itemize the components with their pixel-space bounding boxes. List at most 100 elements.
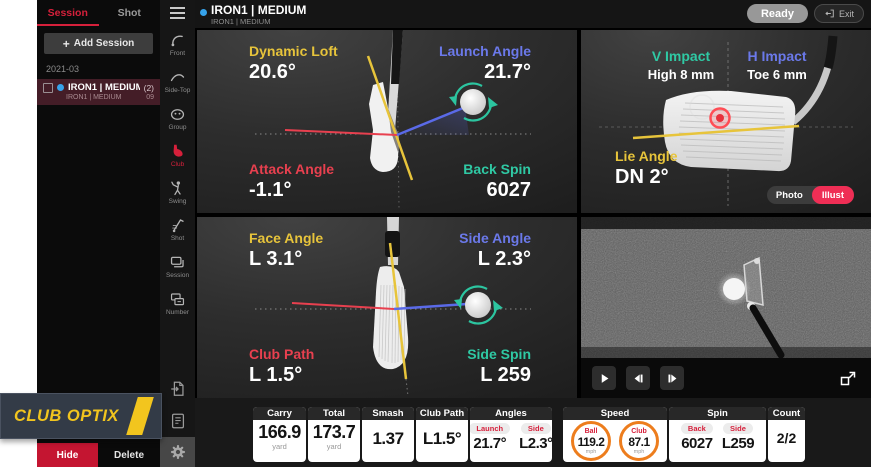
nav-item-shot[interactable]: Shot: [160, 211, 195, 248]
report-icon: [169, 412, 187, 430]
total-card: Total 173.7 yard: [308, 407, 360, 462]
tab-session[interactable]: Session: [37, 0, 99, 26]
club-optix-logo: CLUB OPTIX: [1, 407, 119, 426]
status-badge: Ready: [747, 4, 808, 23]
h-impact-metric: H Impact Toe 6 mm: [731, 48, 823, 82]
launch-value: 21.7°: [473, 435, 506, 452]
nav-label: Shot: [171, 235, 184, 242]
back-spin-tag: Back: [681, 423, 713, 434]
angles-card: Angles Launch 21.7° Side L2.3°: [470, 407, 552, 462]
sidebar-tabs: Session Shot: [37, 0, 160, 26]
speed-card: Speed Ball 119.2 mph Club 87.1 mph: [563, 407, 667, 462]
nav-item-front[interactable]: Front: [160, 26, 195, 63]
exit-icon: [824, 8, 835, 19]
group-view-icon: [169, 106, 186, 123]
export-icon: [169, 380, 187, 398]
side-angle-value: L 2.3°: [459, 248, 531, 271]
session-title: IRON1 | MEDIUM: [68, 82, 140, 93]
launch-tag: Launch: [470, 423, 510, 434]
session-checkbox[interactable]: [43, 83, 53, 93]
banner-stripe: [126, 397, 154, 435]
total-unit: yard: [308, 442, 360, 451]
fullscreen-button[interactable]: [836, 366, 860, 390]
settings-button[interactable]: [160, 437, 195, 467]
club-path-card: Club Path L1.5°: [416, 407, 468, 462]
angles-header: Angles: [470, 407, 552, 420]
attack-angle-metric: Attack Angle -1.1°: [249, 161, 334, 202]
v-impact-metric: V Impact High 8 mm: [635, 48, 727, 82]
nav-item-number[interactable]: Number: [160, 285, 195, 322]
total-header: Total: [308, 407, 360, 420]
count-header: Count: [768, 407, 805, 420]
tab-shot[interactable]: Shot: [99, 0, 161, 26]
gear-icon: [169, 443, 187, 461]
step-forward-icon: [665, 371, 680, 386]
step-back-button[interactable]: [626, 366, 650, 390]
smash-factor-value: 1.37: [362, 429, 414, 449]
club-path-label: Club Path: [249, 346, 314, 362]
nav-item-side-top[interactable]: Side-Top: [160, 63, 195, 100]
page-title: IRON1 | MEDIUM: [211, 3, 306, 17]
nav-label: Side-Top: [165, 87, 191, 94]
nav-item-group[interactable]: Group: [160, 100, 195, 137]
session-list-item[interactable]: IRON1 | MEDIUM (2) IRON1 | MEDIUM 09: [37, 79, 160, 105]
play-button[interactable]: [592, 366, 616, 390]
export-button[interactable]: [160, 376, 195, 402]
smash-factor-header: Smash Fac.: [362, 407, 414, 420]
back-spin-label: Back Spin: [463, 161, 531, 177]
club-speed-ring: Club 87.1 mph: [619, 421, 659, 461]
nav-item-swing[interactable]: Swing: [160, 174, 195, 211]
launch-angle-value: 21.7°: [439, 61, 531, 84]
nav-label: Front: [170, 50, 185, 57]
h-impact-value: Toe 6 mm: [731, 67, 823, 83]
face-angle-label: Face Angle: [249, 230, 323, 246]
attack-angle-value: -1.1°: [249, 179, 334, 202]
attack-angle-label: Attack Angle: [249, 161, 334, 177]
nav-label: Club: [171, 161, 184, 168]
side-angle-metric: Side Angle L 2.3°: [459, 230, 531, 271]
toggle-illust[interactable]: Illust: [812, 186, 854, 204]
count-card: Count 2/2: [768, 407, 805, 462]
speed-header: Speed: [563, 407, 667, 420]
v-impact-value: High 8 mm: [635, 67, 727, 83]
spin-header: Spin: [669, 407, 766, 420]
side-spin-stat-value: L259: [722, 435, 754, 452]
shot-view-icon: [169, 217, 186, 234]
hide-button[interactable]: Hide: [37, 443, 98, 467]
video-controls: [581, 358, 871, 398]
camera-panel: [581, 217, 871, 398]
lie-angle-metric: Lie Angle DN 2°: [615, 148, 678, 189]
top-view-panel: Face Angle L 3.1° Side Angle L 2.3° Club…: [197, 217, 577, 398]
side-angle-label: Side Angle: [459, 230, 531, 246]
nav-item-club[interactable]: Club: [160, 137, 195, 174]
add-session-label: Add Session: [74, 38, 135, 49]
nav-label: Session: [166, 272, 189, 279]
plus-icon: +: [63, 37, 70, 51]
session-date-label: 2021-03: [37, 58, 160, 79]
club-speed-unit: mph: [634, 449, 645, 455]
report-button[interactable]: [160, 408, 195, 434]
side-spin-metric: Side Spin L 259: [467, 346, 531, 387]
club-path-value: L1.5°: [416, 429, 468, 449]
ball-speed-tag: Ball: [585, 428, 598, 435]
add-session-button[interactable]: + Add Session: [44, 33, 153, 54]
count-value: 2/2: [768, 430, 805, 446]
view-icon-rail: Front Side-Top Group Club Swing Shot Ses…: [160, 0, 195, 467]
nav-item-session[interactable]: Session: [160, 248, 195, 285]
dynamic-loft-metric: Dynamic Loft 20.6°: [249, 43, 338, 84]
menu-button[interactable]: [160, 0, 195, 26]
exit-button[interactable]: Exit: [814, 4, 864, 23]
delete-button[interactable]: Delete: [98, 443, 160, 467]
spin-card: Spin Back 6027 Side L259: [669, 407, 766, 462]
ball-speed-ring: Ball 119.2 mph: [571, 421, 611, 461]
club-path-header: Club Path: [416, 407, 468, 420]
nav-label: Group: [168, 124, 186, 131]
ball-speed-value: 119.2: [578, 435, 605, 449]
step-back-icon: [631, 371, 646, 386]
toggle-photo[interactable]: Photo: [767, 190, 812, 201]
exit-label: Exit: [839, 9, 854, 19]
session-view-icon: [169, 254, 186, 271]
side-spin-value: L 259: [467, 364, 531, 387]
step-forward-button[interactable]: [660, 366, 684, 390]
fullscreen-icon: [838, 368, 858, 388]
